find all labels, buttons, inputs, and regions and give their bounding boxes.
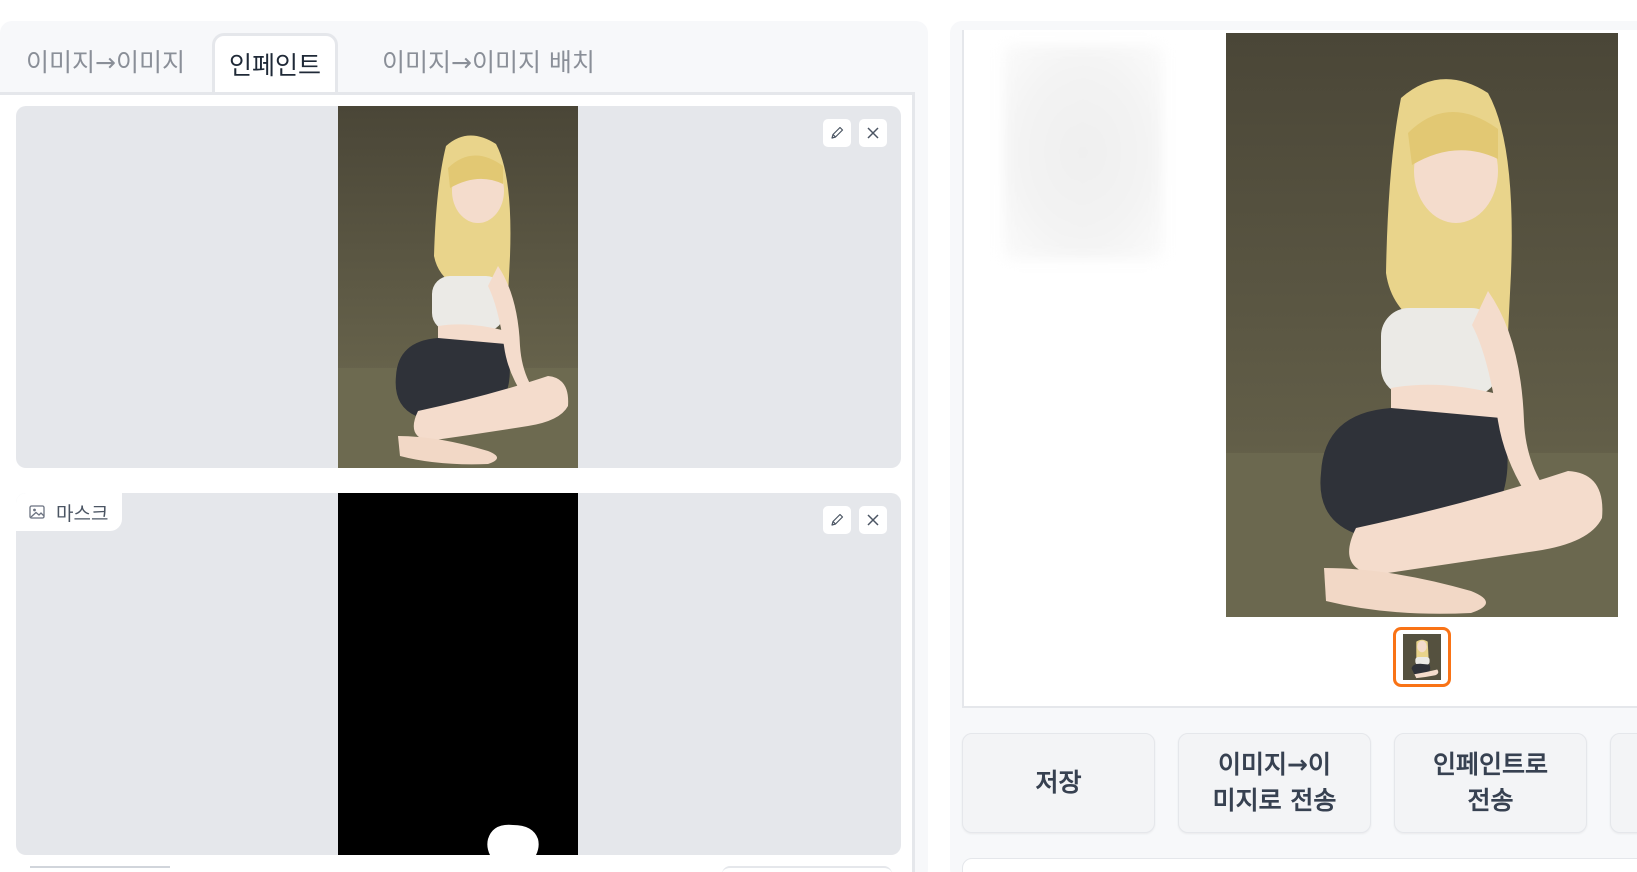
tab-inpaint[interactable]: 인페인트 xyxy=(212,33,339,95)
send-to-img2img-button[interactable]: 이미지→이 미지로 전송 xyxy=(1178,733,1371,833)
output-image[interactable] xyxy=(1226,33,1618,617)
source-image xyxy=(338,106,578,468)
app-root: 이미지→이미지 인페인트 이미지→이미지 배치 마스크 저장 이미지→이 미지로… xyxy=(0,0,1637,872)
tab-bar: 이미지→이미지 인페인트 이미지→이미지 배치 xyxy=(0,33,920,95)
send-to-inpaint-button[interactable]: 인페인트로 전송 xyxy=(1394,733,1587,833)
mask-label-text: 마스크 xyxy=(56,502,109,525)
tab-img2img-batch[interactable]: 이미지→이미지 배치 xyxy=(368,33,609,93)
mask-image xyxy=(338,493,578,855)
close-icon xyxy=(867,127,879,139)
pencil-icon xyxy=(831,513,844,526)
next-control-edge xyxy=(30,866,170,872)
edit-mask-button[interactable] xyxy=(822,505,852,535)
next-button-edge xyxy=(722,866,892,872)
inpaint-image-canvas[interactable] xyxy=(16,106,901,468)
clear-image-button[interactable] xyxy=(858,118,888,148)
gallery-thumbnail-selected[interactable] xyxy=(1393,627,1451,687)
thumbnail-image xyxy=(1403,634,1441,680)
image-icon xyxy=(29,505,45,519)
mask-canvas[interactable]: 마스크 xyxy=(16,493,901,855)
next-output-section-edge xyxy=(962,858,1637,872)
mask-label: 마스크 xyxy=(16,493,123,531)
clear-mask-button[interactable] xyxy=(858,505,888,535)
tab-img2img[interactable]: 이미지→이미지 xyxy=(12,33,199,93)
blurred-preview xyxy=(1003,45,1163,260)
next-action-button[interactable] xyxy=(1610,733,1637,833)
edit-image-button[interactable] xyxy=(822,118,852,148)
pencil-icon xyxy=(831,126,844,139)
save-button[interactable]: 저장 xyxy=(962,733,1155,833)
close-icon xyxy=(867,514,879,526)
